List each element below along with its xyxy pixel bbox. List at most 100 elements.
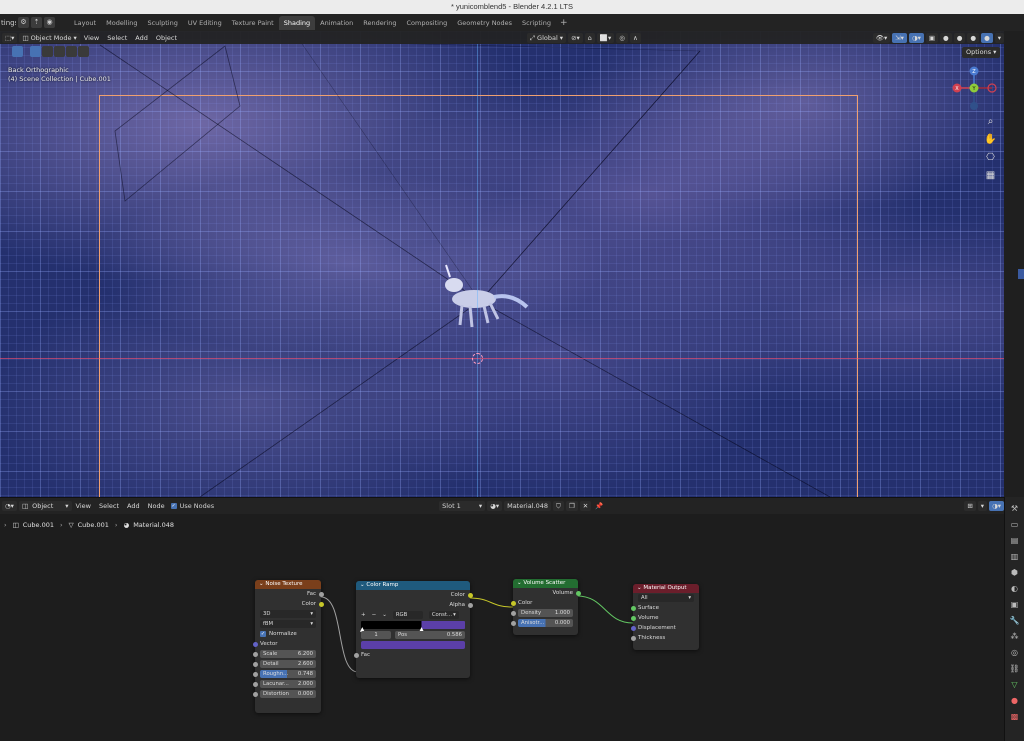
node-overlay-icon[interactable]: ◑▾ — [989, 501, 1004, 511]
select-new-icon[interactable] — [30, 45, 41, 57]
noise-field-3[interactable]: Lacunar... 2.000 — [260, 680, 316, 688]
falloff-icon[interactable]: ∧ — [629, 32, 641, 43]
shading-solid-icon[interactable]: ● — [953, 32, 966, 43]
socket-icon[interactable] — [630, 625, 636, 631]
tab-layout[interactable]: Layout — [69, 16, 101, 30]
data-props-icon[interactable]: ▽ — [1009, 679, 1021, 691]
noise-normalize-toggle[interactable]: ✓ Normalize — [255, 629, 321, 639]
snap-nodes-icon[interactable]: ⊞ — [964, 501, 976, 511]
tab-sculpting[interactable]: Sculpting — [142, 16, 182, 30]
scene-props-icon[interactable]: ⬢ — [1009, 567, 1021, 579]
menu-cut-label[interactable]: tings — [0, 19, 16, 27]
transform-orientation-dropdown[interactable]: ⤢ Global ▾ — [526, 32, 567, 43]
use-nodes-toggle[interactable]: ✓ Use Nodes — [170, 502, 214, 510]
pan-hand-icon[interactable]: ✋ — [984, 133, 997, 146]
scene-icon[interactable]: ⇡ — [31, 17, 42, 28]
tab-geometry-nodes[interactable]: Geometry Nodes — [452, 16, 517, 30]
tab-modelling[interactable]: Modelling — [101, 16, 142, 30]
node-menu-node[interactable]: Node — [144, 502, 169, 510]
pin-icon[interactable]: 📌 — [591, 502, 607, 510]
constraints-icon[interactable]: ⛓ — [1009, 663, 1021, 675]
menu-select[interactable]: Select — [103, 34, 131, 42]
xray-icon[interactable]: ▣ — [925, 32, 939, 43]
snap-nodes-options-icon[interactable]: ▾ — [977, 501, 988, 511]
shading-options-icon[interactable]: ▾ — [994, 32, 1004, 43]
overlay-toggle-icon[interactable]: ◑▾ — [908, 32, 924, 43]
tab-scripting[interactable]: Scripting — [517, 16, 556, 30]
pivot-icon[interactable]: ⊘▾ — [568, 32, 583, 43]
socket-icon[interactable] — [575, 590, 581, 596]
node-editor-type-button[interactable]: ◔▾ — [2, 501, 17, 511]
gear-icon[interactable]: ⚙ — [18, 17, 29, 28]
world-props-icon[interactable]: ◐ — [1009, 583, 1021, 595]
zoom-icon[interactable]: ⌕ — [984, 115, 997, 128]
output-props-icon[interactable]: ▤ — [1009, 535, 1021, 547]
breadcrumb-object[interactable]: Cube.001 — [23, 521, 54, 529]
noise-field-4[interactable]: Distortion 0.000 — [260, 690, 316, 698]
socket-icon[interactable] — [252, 671, 258, 677]
sidebar-tab-handle[interactable] — [1018, 269, 1024, 279]
ramp-index-field[interactable]: 1 — [361, 631, 391, 639]
breadcrumb-mesh[interactable]: Cube.001 — [78, 521, 109, 529]
material-output-node[interactable]: ⌄ Material Output All ▾ Surface Volume Di… — [630, 584, 699, 650]
socket-icon[interactable] — [467, 592, 473, 598]
breadcrumb-material[interactable]: Material.048 — [133, 521, 174, 529]
texture-props-icon[interactable]: ▩ — [1009, 711, 1021, 723]
node-menu-select[interactable]: Select — [95, 502, 123, 510]
socket-icon[interactable] — [630, 615, 636, 621]
noise-node-header[interactable]: ⌄ Noise Texture — [255, 580, 321, 589]
socket-icon[interactable] — [510, 610, 516, 616]
render-icon[interactable]: ◉ — [44, 17, 55, 28]
shading-wireframe-icon[interactable]: ● — [940, 32, 952, 43]
ramp-color-mode-dropdown[interactable]: RGB — [392, 611, 423, 619]
select-subtract-icon[interactable] — [54, 45, 65, 57]
object-props-icon[interactable]: ▣ — [1009, 599, 1021, 611]
socket-icon[interactable] — [510, 620, 516, 626]
shader-type-dropdown[interactable]: ◫ Object ▾ — [18, 501, 72, 511]
menu-add[interactable]: Add — [131, 34, 152, 42]
material-browse-icon[interactable]: ◕▾ — [487, 501, 503, 511]
noise-field-1[interactable]: Detail 2.600 — [260, 660, 316, 668]
visibility-icon[interactable]: 👁▾ — [872, 32, 891, 43]
socket-icon[interactable] — [252, 661, 258, 667]
select-invert-icon[interactable] — [66, 45, 77, 57]
output-target-dropdown[interactable]: All ▾ — [638, 594, 694, 602]
socket-icon[interactable] — [353, 652, 359, 658]
physics-icon[interactable]: ◎ — [1009, 647, 1021, 659]
scatter-anisotropy-field[interactable]: Anisotr... 0.000 — [518, 619, 573, 627]
socket-icon[interactable] — [630, 605, 636, 611]
editor-type-button[interactable]: ⬚▾ — [2, 32, 18, 43]
socket-icon[interactable] — [252, 641, 258, 647]
slot-dropdown[interactable]: Slot 1 ▾ — [439, 501, 486, 511]
noise-dimension-dropdown[interactable]: 3D ▾ — [260, 610, 316, 618]
shading-material-icon[interactable]: ● — [967, 32, 980, 43]
noise-field-2[interactable]: Roughn... 0.748 — [260, 670, 316, 678]
navigation-gizmo[interactable]: Z X Y — [952, 66, 1000, 114]
noise-texture-node[interactable]: ⌄ Noise Texture Fac Color 3D ▾ fBM ▾ ✓ Norm… — [252, 580, 324, 713]
tab-rendering[interactable]: Rendering — [358, 16, 401, 30]
gizmo-toggle-icon[interactable]: ⇲▾ — [892, 32, 907, 43]
3d-viewport[interactable]: Back Orthographic (4) Scene Collection |… — [0, 31, 1004, 497]
viewport-sidebar-strip[interactable] — [1004, 31, 1024, 497]
tool-icon[interactable]: ⚒ — [1009, 503, 1021, 515]
fake-user-icon[interactable]: ⛉ — [552, 501, 564, 511]
tab-animation[interactable]: Animation — [315, 16, 358, 30]
particles-icon[interactable]: ⁂ — [1009, 631, 1021, 643]
ramp-pos-field[interactable]: Pos 0.586 — [395, 631, 465, 639]
socket-icon[interactable] — [318, 591, 324, 597]
menu-object[interactable]: Object — [152, 34, 181, 42]
options-dropdown[interactable]: Options ▾ — [962, 47, 1001, 58]
select-extend-icon[interactable] — [42, 45, 53, 57]
node-menu-add[interactable]: Add — [123, 502, 144, 510]
camera-view-icon[interactable]: ⎔ — [984, 151, 997, 164]
socket-icon[interactable] — [252, 681, 258, 687]
view-layer-icon[interactable]: ▥ — [1009, 551, 1021, 563]
socket-icon[interactable] — [630, 635, 636, 641]
scatter-density-field[interactable]: Density 1.000 — [518, 609, 573, 617]
color-ramp-node[interactable]: ⌄ Color Ramp Color Alpha + − ⌄ RGB Const… — [353, 581, 473, 678]
node-menu-view[interactable]: View — [72, 502, 95, 510]
mode-dropdown[interactable]: ◫ Object Mode ▾ — [19, 32, 80, 43]
add-workspace-button[interactable]: + — [556, 18, 572, 28]
material-props-icon[interactable]: ● — [1009, 695, 1021, 707]
socket-icon[interactable] — [252, 691, 258, 697]
